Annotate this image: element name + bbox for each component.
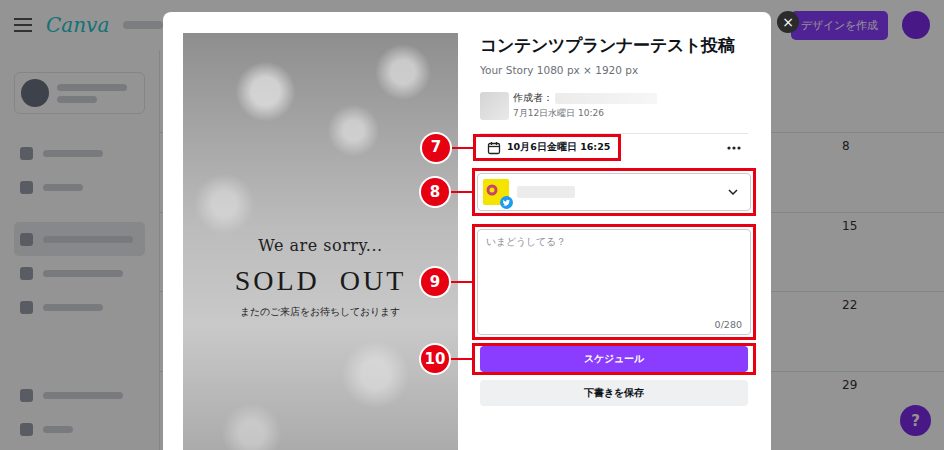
account-select-frame: 8 [472, 168, 756, 216]
chevron-down-icon [728, 189, 738, 195]
schedule-date-row: 710月6日金曜日 16:25 [480, 134, 748, 161]
post-title: コンテンツプランナーテスト投稿 [480, 33, 748, 57]
design-line: SOLD OUT [235, 265, 407, 297]
design-line: We are sorry... [258, 236, 382, 255]
schedule-date[interactable]: 710月6日金曜日 16:25 [473, 134, 621, 161]
close-button[interactable]: × [777, 11, 799, 33]
design-text: We are sorry... SOLD OUT またのご来店をお待ちしております [229, 222, 413, 333]
account-logo-icon [486, 184, 498, 196]
author-info: 作成者： 7月12日水曜日 10:26 [480, 91, 748, 120]
annotation-number: 7 [420, 132, 452, 164]
account-avatar [483, 179, 509, 205]
annotation-number: 8 [419, 176, 451, 208]
author-label: 作成者： [513, 91, 553, 105]
annotation-line [451, 281, 475, 283]
annotation-callout: 7 [420, 132, 476, 164]
annotation-line [451, 358, 475, 360]
annotation-callout: 8 [419, 176, 475, 208]
save-draft-button[interactable]: 下書きを保存 [480, 380, 748, 406]
annotation-callout: 9 [419, 266, 475, 298]
author-name-redacted [555, 93, 657, 104]
twitter-icon [500, 196, 513, 209]
annotation-number: 10 [419, 343, 451, 375]
author-avatar [480, 92, 509, 120]
created-date: 7月12日水曜日 10:26 [513, 107, 657, 120]
more-options-icon[interactable] [726, 145, 742, 151]
account-name-redacted [517, 186, 575, 198]
message-field: 0/280 [477, 229, 751, 335]
calendar-icon [487, 141, 501, 155]
message-input[interactable] [486, 235, 742, 319]
design-line: またのご来店をお待ちしております [240, 306, 400, 319]
annotation-line [452, 147, 476, 149]
post-dialog: We are sorry... SOLD OUT またのご来店をお待ちしております コ… [163, 12, 771, 450]
annotation-number: 9 [419, 266, 451, 298]
post-settings: コンテンツプランナーテスト投稿 Your Story 1080 px × 1920… [480, 33, 748, 450]
post-format: Your Story 1080 px × 1920 px [480, 63, 748, 77]
design-preview: We are sorry... SOLD OUT またのご来店をお待ちしております [183, 33, 458, 450]
character-counter: 0/280 [486, 319, 742, 330]
message-frame: 90/280 [472, 224, 756, 340]
schedule-button-frame: 10スケジュール [472, 343, 756, 375]
schedule-date-text: 10月6日金曜日 16:25 [507, 141, 610, 154]
schedule-button[interactable]: スケジュール [480, 346, 748, 372]
annotation-line [451, 191, 475, 193]
account-select[interactable] [477, 173, 751, 211]
annotation-callout: 10 [419, 343, 475, 375]
